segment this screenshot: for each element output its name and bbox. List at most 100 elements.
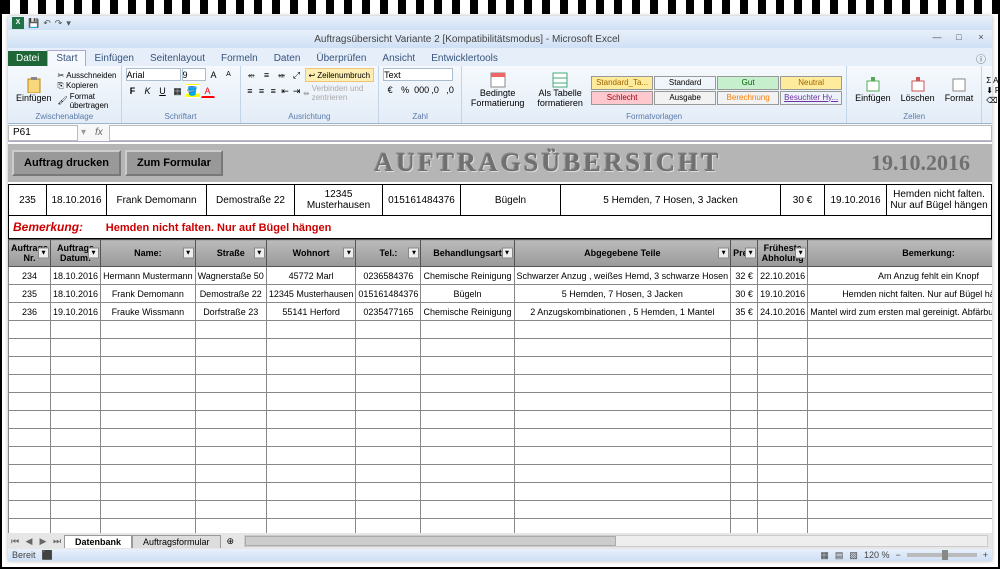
cell[interactable] xyxy=(356,519,421,534)
cell[interactable]: 18.10.2016 xyxy=(51,267,101,285)
cell[interactable] xyxy=(808,447,992,465)
paste-button[interactable]: Einfügen xyxy=(12,76,56,104)
cell[interactable] xyxy=(731,411,758,429)
cell[interactable]: 55141 Herford xyxy=(266,303,356,321)
cell[interactable] xyxy=(731,339,758,357)
cell[interactable] xyxy=(356,447,421,465)
cell[interactable]: 015161484376 xyxy=(356,285,421,303)
wrap-text-button[interactable]: ↩Zeilenumbruch xyxy=(305,68,375,82)
fx-icon[interactable]: fx xyxy=(89,127,109,138)
cell[interactable] xyxy=(266,447,356,465)
maximize-button[interactable]: □ xyxy=(948,32,970,46)
tab-data[interactable]: Daten xyxy=(266,51,309,66)
cell[interactable] xyxy=(266,519,356,534)
column-header[interactable]: Tel.:▾ xyxy=(356,240,421,267)
cell[interactable] xyxy=(101,357,196,375)
cell[interactable] xyxy=(101,339,196,357)
cell[interactable] xyxy=(421,447,514,465)
cell[interactable] xyxy=(101,519,196,534)
cell[interactable] xyxy=(266,411,356,429)
close-button[interactable]: × xyxy=(970,32,992,46)
filter-icon[interactable]: ▾ xyxy=(38,248,49,259)
horizontal-scrollbar[interactable] xyxy=(244,535,988,547)
cell[interactable] xyxy=(758,411,808,429)
column-header[interactable]: Wohnort▾ xyxy=(266,240,356,267)
cell[interactable] xyxy=(758,519,808,534)
cell[interactable] xyxy=(266,429,356,447)
column-header[interactable]: Behandlungsart▾ xyxy=(421,240,514,267)
cell[interactable] xyxy=(731,501,758,519)
cell[interactable] xyxy=(731,519,758,534)
cell[interactable] xyxy=(421,393,514,411)
cell[interactable] xyxy=(195,393,266,411)
cell[interactable]: 24.10.2016 xyxy=(758,303,808,321)
column-header[interactable]: Abgegebene Teile▾ xyxy=(514,240,731,267)
cell[interactable] xyxy=(731,483,758,501)
detail-street[interactable]: Demostraße 22 xyxy=(207,185,295,216)
cell[interactable] xyxy=(195,375,266,393)
cell[interactable]: Bügeln xyxy=(421,285,514,303)
style-besuchter[interactable]: Besuchter Hy... xyxy=(780,91,842,105)
cell[interactable] xyxy=(51,465,101,483)
cell[interactable] xyxy=(758,339,808,357)
currency-icon[interactable]: € xyxy=(383,83,397,97)
format-painter-button[interactable]: 🖌Format übertragen xyxy=(58,92,117,110)
style-standard-ta[interactable]: Standard_Ta... xyxy=(591,76,653,90)
cell[interactable] xyxy=(808,519,992,534)
cell[interactable] xyxy=(514,357,731,375)
filter-icon[interactable]: ▾ xyxy=(795,248,806,259)
decimal-dec-icon[interactable]: ,0 xyxy=(443,83,457,97)
cell[interactable] xyxy=(51,447,101,465)
cell[interactable] xyxy=(731,357,758,375)
filter-icon[interactable]: ▾ xyxy=(745,248,756,259)
style-berechnung[interactable]: Berechnung xyxy=(717,91,779,105)
cell[interactable]: Mantel wird zum ersten mal gereinigt. Ab… xyxy=(808,303,992,321)
column-header[interactable]: Preis▾ xyxy=(731,240,758,267)
style-ausgabe[interactable]: Ausgabe xyxy=(654,91,716,105)
name-dropdown-icon[interactable]: ▾ xyxy=(78,127,89,138)
orientation-icon[interactable]: ⤢ xyxy=(290,68,304,82)
clear-button[interactable]: ⌫Löschen xyxy=(986,96,1000,105)
cell[interactable] xyxy=(195,483,266,501)
column-header[interactable]: Name:▾ xyxy=(101,240,196,267)
cell[interactable]: Frauke Wissmann xyxy=(101,303,196,321)
cell[interactable] xyxy=(421,465,514,483)
detail-id[interactable]: 235 xyxy=(9,185,47,216)
cell[interactable]: 236 xyxy=(9,303,51,321)
cell[interactable]: Demostraße 22 xyxy=(195,285,266,303)
cell[interactable] xyxy=(731,375,758,393)
tab-first-icon[interactable]: ⏮ xyxy=(8,536,22,547)
cell[interactable] xyxy=(266,375,356,393)
cell[interactable] xyxy=(51,393,101,411)
cell[interactable] xyxy=(195,465,266,483)
cell[interactable] xyxy=(421,483,514,501)
cell[interactable] xyxy=(421,339,514,357)
new-sheet-icon[interactable]: ⊕ xyxy=(221,536,241,547)
cell[interactable] xyxy=(758,321,808,339)
cell[interactable]: 2 Anzugskombinationen , 5 Hemden, 1 Mant… xyxy=(514,303,731,321)
font-name-input[interactable] xyxy=(126,68,181,81)
to-form-button[interactable]: Zum Formular xyxy=(125,150,223,176)
cell[interactable] xyxy=(266,339,356,357)
sheet-tab-auftragsformular[interactable]: Auftragsformular xyxy=(132,535,221,548)
tab-last-icon[interactable]: ⏭ xyxy=(50,536,64,547)
name-box[interactable] xyxy=(8,125,78,141)
format-cells-button[interactable]: Format xyxy=(941,76,978,104)
cell[interactable] xyxy=(808,375,992,393)
cell[interactable] xyxy=(101,447,196,465)
cell[interactable] xyxy=(101,393,196,411)
tab-home[interactable]: Start xyxy=(47,50,86,66)
cell[interactable] xyxy=(356,321,421,339)
cell[interactable] xyxy=(9,519,51,534)
cell[interactable] xyxy=(758,357,808,375)
insert-cells-button[interactable]: Einfügen xyxy=(851,76,895,104)
qat-dropdown-icon[interactable]: ▾ xyxy=(66,18,71,29)
cell[interactable]: Wagnerstaße 50 xyxy=(195,267,266,285)
column-header[interactable]: Straße▾ xyxy=(195,240,266,267)
filter-icon[interactable]: ▾ xyxy=(254,248,265,259)
detail-price[interactable]: 30 € xyxy=(781,185,825,216)
indent-increase-icon[interactable]: ⇥ xyxy=(291,84,302,98)
fill-button[interactable]: ⬇Füllbereich xyxy=(986,86,1000,95)
cell[interactable] xyxy=(514,375,731,393)
cell[interactable] xyxy=(195,339,266,357)
